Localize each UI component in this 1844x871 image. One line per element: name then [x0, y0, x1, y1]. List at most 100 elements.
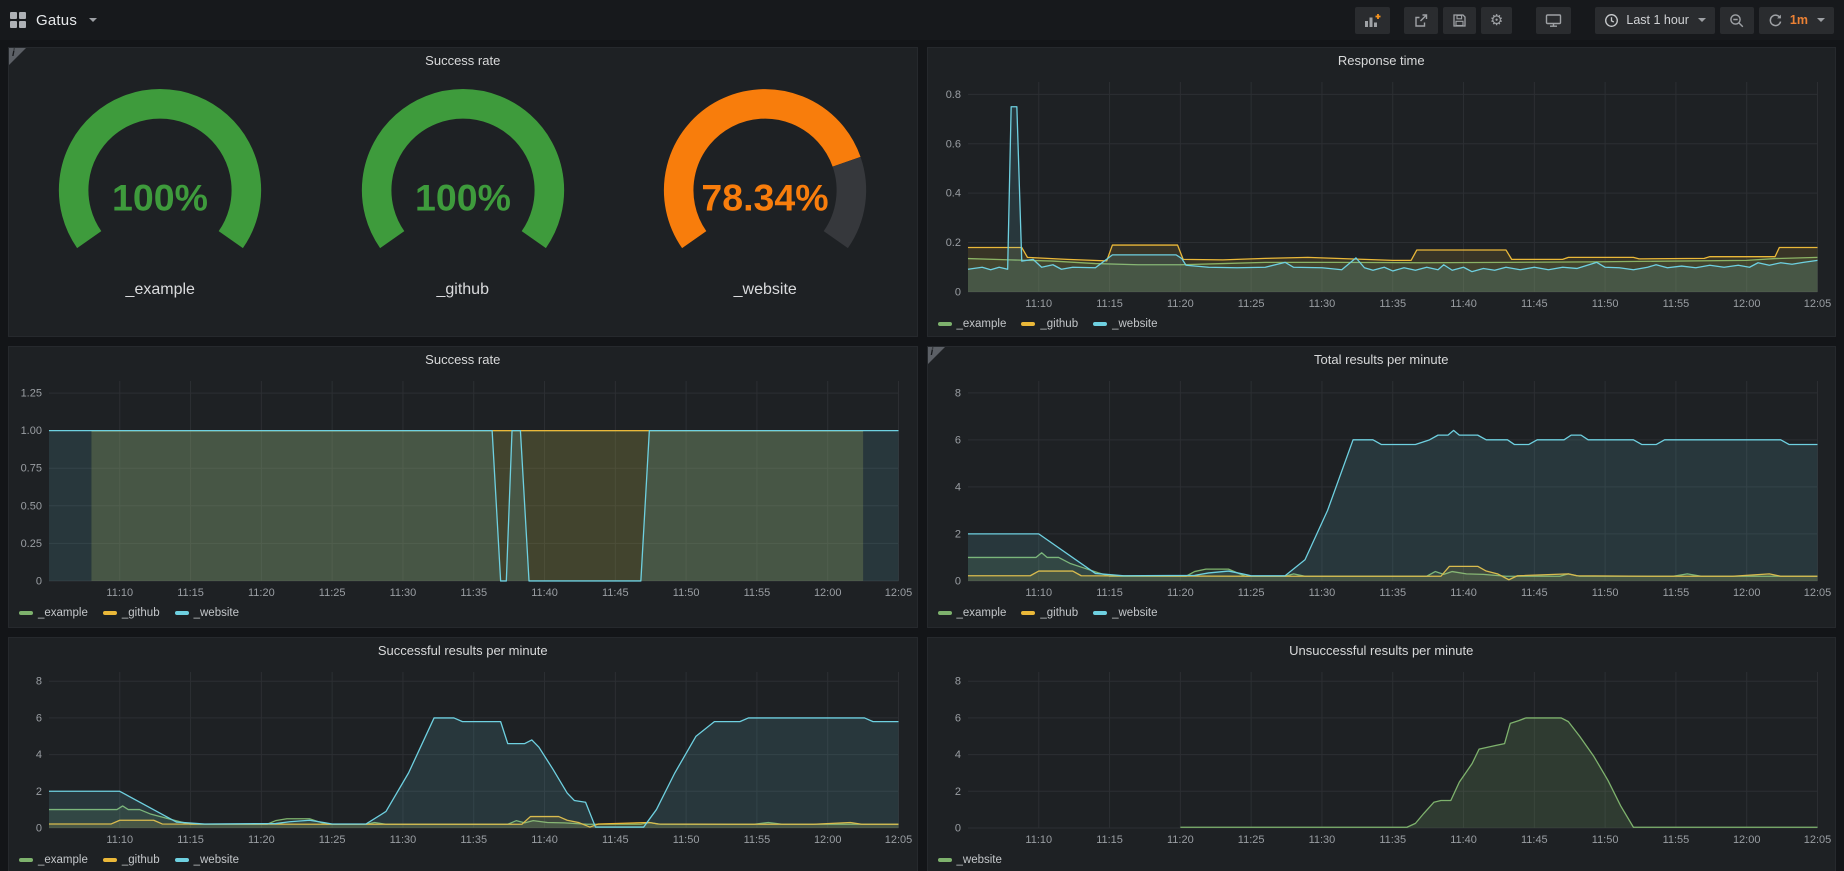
legend-series-swatch	[19, 858, 33, 862]
save-icon	[1452, 13, 1467, 28]
chart-svg: 00.250.500.751.001.2511:1011:1511:2011:2…	[9, 372, 917, 602]
time-range-picker[interactable]: Last 1 hour	[1595, 7, 1715, 34]
share-button[interactable]	[1404, 7, 1438, 34]
legend-item-website[interactable]: _website	[175, 607, 239, 619]
legend-item-website[interactable]: _website	[938, 854, 1002, 866]
svg-text:12:00: 12:00	[1732, 298, 1760, 310]
svg-text:0.75: 0.75	[21, 463, 42, 475]
svg-text:11:20: 11:20	[1167, 298, 1194, 310]
legend-item-github[interactable]: _github	[103, 607, 160, 619]
svg-text:11:30: 11:30	[1308, 298, 1335, 310]
panel-response-time: Response time 00.20.40.60.811:1011:1511:…	[927, 47, 1837, 337]
gauge-value: 78.34%	[702, 177, 829, 219]
dashboard-title-menu[interactable]: Gatus	[10, 12, 97, 29]
legend-item-github[interactable]: _github	[1021, 318, 1078, 330]
gauge-arc: 100%	[338, 81, 588, 274]
svg-text:11:35: 11:35	[1379, 834, 1406, 846]
clock-icon	[1604, 13, 1619, 28]
svg-text:11:35: 11:35	[1379, 587, 1406, 599]
chart-legend: _website	[928, 849, 1836, 871]
svg-text:0: 0	[954, 286, 960, 298]
legend-series-label: _example	[38, 854, 88, 866]
panel-title[interactable]: Successful results per minute	[9, 638, 917, 663]
time-series-chart[interactable]: 00.20.40.60.811:1011:1511:2011:2511:3011…	[928, 73, 1836, 313]
gauges-row: 100%_example100%_github78.34%_website	[9, 73, 917, 299]
zoom-out-button[interactable]	[1720, 7, 1754, 34]
svg-text:11:50: 11:50	[673, 834, 700, 846]
chart-legend: _example _github _website	[928, 313, 1836, 335]
svg-text:11:10: 11:10	[106, 587, 133, 599]
panel-title[interactable]: Success rate	[9, 48, 917, 73]
settings-button[interactable]: ⚙	[1481, 7, 1512, 34]
svg-text:11:25: 11:25	[319, 587, 346, 599]
legend-series-label: _example	[957, 318, 1007, 330]
legend-item-website[interactable]: _website	[1093, 607, 1157, 619]
dashboard-title: Gatus	[36, 12, 77, 29]
add-panel-button[interactable]	[1355, 7, 1390, 34]
svg-text:6: 6	[954, 434, 960, 446]
svg-text:11:50: 11:50	[1591, 834, 1618, 846]
chart-svg: 0246811:1011:1511:2011:2511:3011:3511:40…	[928, 663, 1836, 849]
legend-item-example[interactable]: _example	[19, 854, 88, 866]
svg-text:1.25: 1.25	[21, 388, 42, 400]
caret-down-icon	[1817, 18, 1825, 22]
panel-info-icon[interactable]: i	[9, 48, 26, 65]
legend-series-label: _website	[1112, 607, 1157, 619]
legend-series-label: _example	[957, 607, 1007, 619]
legend-series-label: _github	[122, 607, 160, 619]
legend-series-swatch	[175, 858, 189, 862]
save-button[interactable]	[1443, 7, 1476, 34]
svg-text:4: 4	[954, 481, 960, 493]
svg-text:11:55: 11:55	[1662, 834, 1689, 846]
legend-series-swatch	[1021, 322, 1035, 326]
legend-series-label: _example	[38, 607, 88, 619]
cycle-view-monitor-icon	[1545, 13, 1562, 28]
time-series-chart[interactable]: 0246811:1011:1511:2011:2511:3011:3511:40…	[928, 663, 1836, 849]
navbar-actions: ⚙ Last 1 hour	[1355, 7, 1834, 34]
refresh-picker[interactable]: 1m	[1759, 7, 1834, 34]
cycle-view-button[interactable]	[1536, 7, 1571, 34]
chart-legend: _example _github _website	[928, 602, 1836, 624]
time-series-chart[interactable]: 0246811:1011:1511:2011:2511:3011:3511:40…	[9, 663, 917, 849]
panel-title[interactable]: Response time	[928, 48, 1836, 73]
panel-title[interactable]: Unsuccessful results per minute	[928, 638, 1836, 663]
svg-text:11:45: 11:45	[1520, 587, 1547, 599]
legend-item-example[interactable]: _example	[938, 607, 1007, 619]
svg-text:0: 0	[36, 822, 42, 834]
chart-legend: _example _github _website	[9, 602, 917, 624]
time-series-chart[interactable]: 00.250.500.751.001.2511:1011:1511:2011:2…	[9, 372, 917, 602]
gauge-value: 100%	[112, 177, 208, 219]
panel-info-icon[interactable]: i	[928, 347, 945, 364]
svg-text:0.6: 0.6	[945, 138, 960, 150]
svg-text:11:10: 11:10	[1025, 298, 1052, 310]
svg-text:8: 8	[36, 676, 42, 688]
time-series-chart[interactable]: 0246811:1011:1511:2011:2511:3011:3511:40…	[928, 372, 1836, 602]
svg-text:11:20: 11:20	[248, 834, 275, 846]
add-panel-icon	[1364, 13, 1381, 28]
gauge-example: 100%_example	[15, 81, 305, 299]
legend-series-label: _website	[957, 854, 1002, 866]
legend-item-github[interactable]: _github	[103, 854, 160, 866]
svg-text:8: 8	[954, 676, 960, 688]
svg-text:0.4: 0.4	[945, 188, 960, 200]
svg-text:11:15: 11:15	[1096, 587, 1123, 599]
svg-text:8: 8	[954, 387, 960, 399]
legend-item-website[interactable]: _website	[1093, 318, 1157, 330]
svg-text:11:50: 11:50	[1591, 298, 1618, 310]
svg-text:11:55: 11:55	[744, 587, 771, 599]
legend-series-swatch	[19, 611, 33, 615]
legend-item-example[interactable]: _example	[938, 318, 1007, 330]
share-icon	[1413, 13, 1429, 28]
legend-item-github[interactable]: _github	[1021, 607, 1078, 619]
legend-series-label: _github	[1040, 318, 1078, 330]
svg-text:0.25: 0.25	[21, 538, 42, 550]
legend-item-website[interactable]: _website	[175, 854, 239, 866]
svg-text:11:35: 11:35	[460, 587, 487, 599]
gauge-website: 78.34%_website	[620, 81, 910, 299]
panel-title[interactable]: Success rate	[9, 347, 917, 372]
legend-item-example[interactable]: _example	[19, 607, 88, 619]
legend-series-swatch	[938, 611, 952, 615]
panel-title[interactable]: Total results per minute	[928, 347, 1836, 372]
svg-text:11:55: 11:55	[1662, 587, 1689, 599]
refresh-interval-label: 1m	[1790, 13, 1808, 27]
